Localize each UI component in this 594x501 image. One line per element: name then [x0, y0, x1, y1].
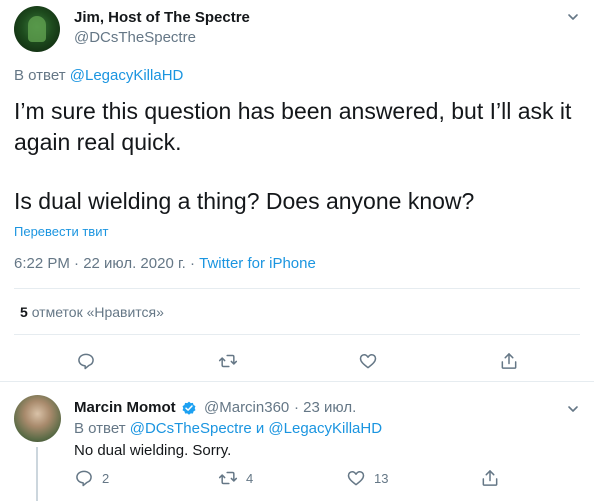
reply-to-link[interactable]: @LegacyKillaHD — [70, 67, 184, 84]
likes-count: 5 — [20, 304, 28, 320]
tweet-meta: 6:22 PM · 22 июл. 2020 г. · Twitter for … — [14, 255, 316, 272]
reply-to-link-1[interactable]: @DCsTheSpectre — [130, 420, 252, 437]
like-button[interactable]: 13 — [346, 468, 388, 488]
divider — [14, 334, 580, 335]
reply-tweet[interactable]: Marcin Momot @Marcin360 · 23 июл. В отве… — [0, 383, 594, 501]
reply-prefix: В ответ — [74, 420, 126, 437]
retweet-button[interactable] — [218, 351, 238, 371]
like-button[interactable] — [358, 351, 378, 371]
share-icon — [501, 353, 517, 369]
tweet-text-line-3: Is dual wielding a thing? Does anyone kn… — [14, 188, 475, 214]
share-button[interactable] — [499, 351, 519, 371]
divider — [14, 288, 580, 289]
likes-label: отметок «Нравится» — [31, 304, 164, 320]
heart-icon — [347, 471, 365, 486]
reply-prefix: В ответ — [14, 67, 66, 84]
like-count: 13 — [374, 470, 389, 486]
chevron-down-icon[interactable] — [567, 11, 579, 23]
reply-author-handle[interactable]: @Marcin360 — [204, 399, 289, 416]
reply-context: В ответ @LegacyKillaHD — [14, 67, 183, 84]
reply-icon — [78, 353, 94, 370]
reply-button[interactable]: 2 — [74, 468, 109, 488]
reply-time[interactable]: · 23 июл. — [294, 399, 356, 416]
reply-count: 2 — [102, 470, 110, 486]
chevron-down-icon[interactable] — [567, 403, 579, 415]
translate-tweet-link[interactable]: Перевести твит — [14, 224, 108, 239]
source-link[interactable]: Twitter for iPhone — [199, 255, 316, 272]
retweet-button[interactable]: 4 — [218, 468, 253, 488]
thread-line — [36, 447, 38, 501]
reply-text: No dual wielding. Sorry. — [74, 442, 232, 459]
likes-summary[interactable]: 5 отметок «Нравится» — [20, 304, 164, 320]
retweet-icon — [218, 354, 238, 368]
timestamp[interactable]: 6:22 PM · 22 июл. 2020 г. · — [14, 255, 195, 272]
retweet-icon — [218, 471, 238, 485]
share-button[interactable] — [480, 468, 500, 488]
retweet-count: 4 — [246, 470, 254, 486]
reply-to-link-2[interactable]: @LegacyKillaHD — [268, 420, 382, 437]
reply-icon — [76, 470, 92, 487]
author-name[interactable]: Jim, Host of The Spectre — [74, 9, 250, 26]
reply-author-avatar[interactable] — [14, 395, 61, 442]
verified-badge-icon — [182, 401, 196, 415]
share-icon — [482, 470, 498, 486]
main-tweet: Jim, Host of The Spectre @DCsTheSpectre … — [0, 0, 594, 382]
tweet-text-line-1: I’m sure this question has been answered… — [14, 98, 572, 124]
reply-joiner: и — [255, 420, 265, 437]
reply-button[interactable] — [76, 351, 96, 371]
reply-author-name[interactable]: Marcin Momot — [74, 399, 176, 416]
author-handle[interactable]: @DCsTheSpectre — [74, 29, 196, 46]
reply-context: В ответ @DCsTheSpectre и @LegacyKillaHD — [74, 420, 382, 437]
author-avatar[interactable] — [14, 6, 60, 52]
heart-icon — [359, 354, 377, 369]
tweet-text-line-2: again real quick. — [14, 129, 182, 155]
